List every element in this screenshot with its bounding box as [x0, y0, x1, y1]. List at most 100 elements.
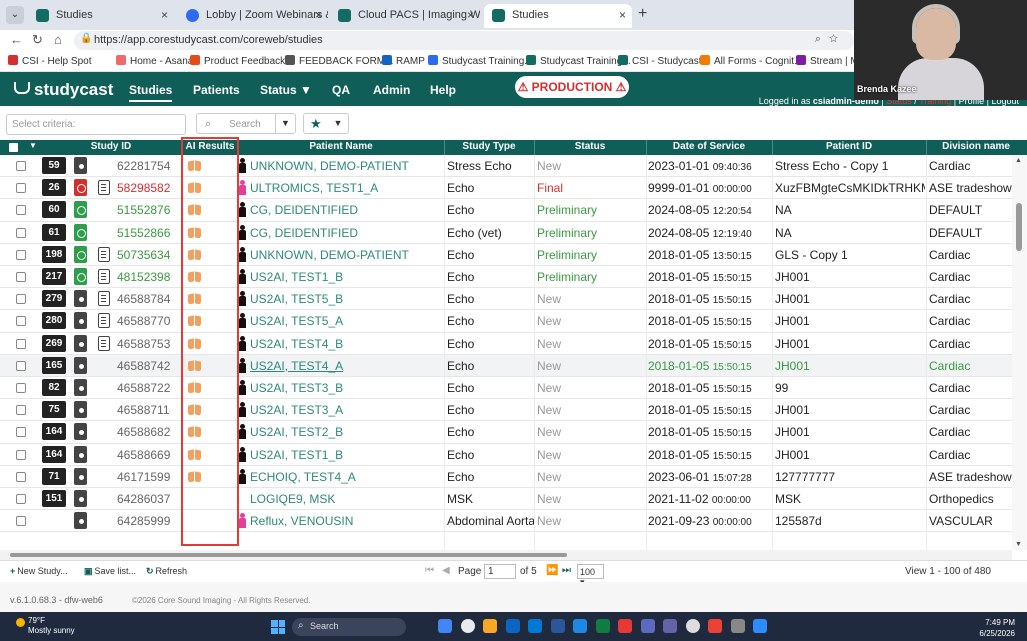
- nav-status[interactable]: Status ▼: [260, 83, 312, 97]
- nav-admin[interactable]: Admin: [373, 83, 410, 97]
- table-row[interactable]: 75 46588711 US2AI, TEST3_A Echo New 2018-01-0…: [0, 399, 1012, 422]
- prev-page-icon[interactable]: ◀: [442, 565, 450, 576]
- row-checkbox[interactable]: [16, 516, 26, 527]
- row-checkbox[interactable]: [16, 161, 26, 171]
- row-checkbox[interactable]: [16, 205, 26, 216]
- study-id-link[interactable]: 64285999: [117, 514, 177, 528]
- close-tab-icon[interactable]: ×: [467, 4, 474, 26]
- taskbar-app-icon[interactable]: [483, 619, 497, 633]
- report-preliminary-icon[interactable]: [74, 223, 87, 241]
- refresh-button[interactable]: ↻ Refresh: [146, 566, 187, 577]
- browser-tab[interactable]: Lobby | Zoom Webinars & Events×: [178, 4, 328, 28]
- patient-name-link[interactable]: US2AI, TEST1_B: [250, 270, 442, 284]
- table-row[interactable]: 59 62281754 UNKNOWN, DEMO-PATIENT Stress Ec…: [0, 155, 1012, 178]
- document-icon[interactable]: [98, 269, 110, 284]
- clipboard-icon[interactable]: [74, 490, 87, 507]
- bookmark-item[interactable]: Studycast Training...: [526, 55, 631, 67]
- study-id-link[interactable]: 46588711: [117, 403, 177, 417]
- criteria-select[interactable]: Select criteria:: [6, 114, 186, 135]
- clipboard-icon[interactable]: [74, 356, 87, 374]
- row-checkbox[interactable]: [16, 360, 26, 371]
- next-page-icon[interactable]: ⏩: [546, 565, 558, 576]
- report-preliminary-icon[interactable]: [74, 201, 87, 219]
- table-row[interactable]: 269 46588753 US2AI, TEST4_B Echo New 2018-01-…: [0, 333, 1012, 355]
- clipboard-icon[interactable]: [74, 334, 87, 352]
- taskbar-app-icon[interactable]: [618, 619, 632, 633]
- horizontal-scrollbar[interactable]: [0, 550, 1012, 560]
- clipboard-icon[interactable]: [74, 467, 87, 485]
- study-id-link[interactable]: 46588682: [117, 425, 177, 439]
- taskbar-app-icon[interactable]: [708, 619, 722, 633]
- favorites-dropdown-icon[interactable]: ▼: [328, 114, 348, 133]
- taskbar-app-icon[interactable]: [640, 619, 655, 633]
- taskbar-app-icon[interactable]: [685, 619, 700, 633]
- back-icon[interactable]: ←: [10, 32, 23, 47]
- browser-tab[interactable]: Studies ×: [484, 4, 632, 28]
- close-tab-icon[interactable]: ×: [315, 4, 322, 26]
- patient-name-link[interactable]: UNKNOWN, DEMO-PATIENT: [250, 159, 442, 173]
- scroll-down-icon[interactable]: ▼: [1015, 541, 1022, 548]
- table-row[interactable]: 151 64286037 LOGIQE9, MSK MSK New 2021-11-02 …: [0, 488, 1012, 511]
- table-row[interactable]: 279 46588784 US2AI, TEST5_B Echo New 2018-01-…: [0, 288, 1012, 311]
- bookmark-item[interactable]: Home - Asana: [116, 55, 193, 67]
- study-id-link[interactable]: 64286037: [117, 492, 177, 506]
- close-tab-icon[interactable]: ×: [161, 4, 168, 26]
- bookmark-item[interactable]: FEEDBACK FORM...: [285, 55, 393, 67]
- horizontal-scroll-thumb[interactable]: [10, 553, 567, 557]
- study-id-link[interactable]: 46588669: [117, 448, 177, 462]
- study-id-link[interactable]: 46588770: [117, 314, 177, 328]
- study-id-link[interactable]: 50735634: [117, 248, 177, 262]
- document-icon[interactable]: [98, 291, 110, 307]
- taskbar-app-icon[interactable]: [730, 619, 745, 633]
- close-tab-icon[interactable]: ×: [619, 4, 626, 26]
- patient-name-link[interactable]: UNKNOWN, DEMO-PATIENT: [250, 248, 442, 262]
- first-page-icon[interactable]: ⏮: [425, 565, 434, 576]
- taskbar-app-icon[interactable]: [460, 619, 475, 633]
- table-row[interactable]: 165 46588742 US2AI, TEST4_A Echo New 2018-01-…: [0, 354, 1012, 377]
- report-final-icon[interactable]: [74, 179, 87, 197]
- patient-name-link[interactable]: US2AI, TEST4_B: [250, 337, 442, 351]
- report-preliminary-icon[interactable]: [74, 245, 87, 263]
- select-all-checkbox[interactable]: [9, 143, 18, 152]
- document-icon[interactable]: [98, 246, 110, 262]
- nav-studies[interactable]: Studies: [129, 83, 173, 102]
- home-icon[interactable]: ⌂: [54, 32, 62, 47]
- patient-name-link[interactable]: LOGIQE9, MSK: [250, 492, 442, 506]
- vertical-scrollbar[interactable]: ▲ ▼: [1012, 155, 1027, 550]
- table-row[interactable]: 164 46588669 US2AI, TEST1_B Echo New 2018-01-…: [0, 444, 1012, 466]
- study-id-link[interactable]: 58298582: [117, 181, 177, 195]
- url-text[interactable]: https://app.corestudycast.com/coreweb/st…: [94, 34, 323, 46]
- taskbar-app-icon[interactable]: [663, 619, 677, 633]
- clipboard-icon[interactable]: [74, 445, 87, 463]
- table-row[interactable]: 217 48152398 US2AI, TEST1_B Echo Preliminary…: [0, 266, 1012, 289]
- taskbar-app-icon[interactable]: [528, 619, 542, 633]
- last-page-icon[interactable]: ⏭: [562, 565, 571, 576]
- row-checkbox[interactable]: [16, 494, 26, 504]
- document-icon[interactable]: [98, 313, 110, 329]
- col-patient-name[interactable]: Patient Name: [238, 141, 444, 152]
- windows-start-icon[interactable]: [271, 620, 285, 634]
- patient-name-link[interactable]: US2AI, TEST1_B: [250, 448, 442, 462]
- row-checkbox[interactable]: [16, 272, 26, 282]
- row-checkbox[interactable]: [16, 405, 26, 416]
- patient-name-link[interactable]: US2AI, TEST3_B: [250, 381, 442, 395]
- clipboard-icon[interactable]: [74, 157, 87, 174]
- address-actions[interactable]: ⌕☆: [815, 33, 846, 46]
- patient-name-link[interactable]: US2AI, TEST2_B: [250, 425, 442, 439]
- table-row[interactable]: 60 51552876 CG, DEIDENTIFIED Echo Preliminar…: [0, 199, 1012, 222]
- site-info-icon[interactable]: 🔒: [80, 33, 92, 44]
- study-id-link[interactable]: 46171599: [117, 470, 177, 484]
- patient-name-link[interactable]: US2AI, TEST4_A: [250, 359, 442, 373]
- document-icon[interactable]: [98, 335, 110, 351]
- table-row[interactable]: 198 50735634 UNKNOWN, DEMO-PATIENT Echo Prel…: [0, 244, 1012, 266]
- new-study-button[interactable]: + New Study...: [10, 566, 68, 576]
- search-dropdown-icon[interactable]: ▼: [275, 114, 295, 133]
- col-patient-id[interactable]: Patient ID: [772, 141, 926, 152]
- clipboard-icon[interactable]: [74, 401, 87, 419]
- study-id-link[interactable]: 46588784: [117, 292, 177, 306]
- taskbar-app-icon[interactable]: [505, 619, 520, 633]
- table-row[interactable]: 71 46171599 ECHOIQ, TEST4_A Echo New 2023-06-…: [0, 466, 1012, 488]
- patient-name-link[interactable]: US2AI, TEST3_A: [250, 403, 442, 417]
- table-row[interactable]: 82 46588722 US2AI, TEST3_B Echo New 2018-01-0…: [0, 377, 1012, 400]
- browser-tab[interactable]: Cloud PACS | Imaging Workflow F×: [330, 4, 480, 28]
